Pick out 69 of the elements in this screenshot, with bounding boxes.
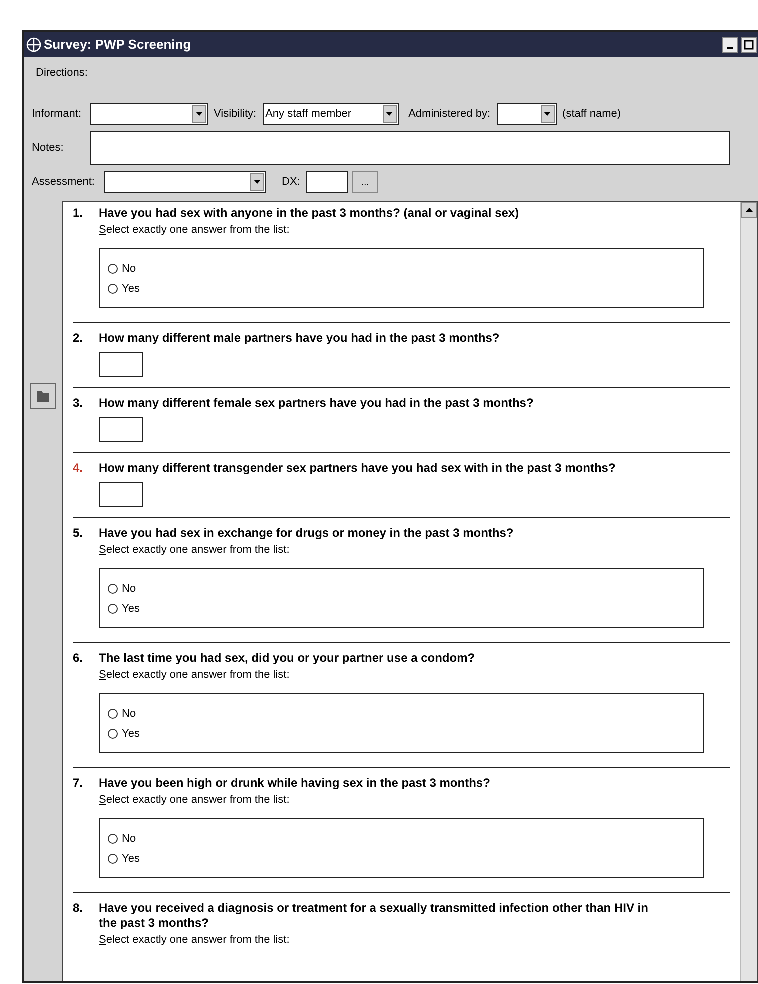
radio-button[interactable] — [108, 604, 118, 614]
radio-button[interactable] — [108, 854, 118, 864]
folder-icon — [36, 389, 50, 403]
minimize-button[interactable] — [722, 36, 738, 52]
question-number: 2. — [73, 331, 84, 346]
browse-button[interactable]: ... — [352, 171, 378, 193]
option-label: Yes — [122, 603, 140, 615]
folder-button[interactable] — [30, 383, 56, 409]
answer-field[interactable] — [99, 482, 143, 507]
directions-label: Directions: — [36, 67, 88, 79]
radio-button[interactable] — [108, 834, 118, 844]
question-text: Have you received a diagnosis or treatment for a sexually transmitted infection other than HIV in the past 3 months? — [99, 901, 650, 931]
dx-field[interactable] — [306, 171, 348, 193]
visibility-dropdown[interactable]: Any staff member — [262, 103, 399, 125]
question-number: 1. — [73, 206, 84, 221]
instruction-text: Select exactly one answer from the list: — [99, 669, 291, 681]
radio-button[interactable] — [108, 729, 118, 739]
instruction-text: Select exactly one answer from the list: — [99, 224, 291, 236]
caret-icon — [254, 180, 260, 184]
assessment-dropdown[interactable] — [104, 171, 266, 193]
option-label: No — [122, 708, 136, 720]
informant-label: Informant: — [32, 108, 83, 120]
option-label: No — [122, 833, 136, 845]
question-number: 3. — [73, 396, 84, 411]
answer-field[interactable] — [99, 352, 143, 377]
instruction-text: Select exactly one answer from the list: — [99, 934, 291, 946]
question-text: The last time you had sex, did you or your partner use a condom? — [99, 651, 476, 666]
question-number: 8. — [73, 901, 84, 917]
instruction-text: Select exactly one answer from the list: — [99, 794, 291, 806]
minimize-icon — [727, 46, 733, 48]
radio-button[interactable] — [108, 709, 118, 719]
question-text: Have you had sex with anyone in the past 3 months? (anal or vaginal sex) — [99, 206, 520, 221]
scrollbar[interactable] — [740, 202, 757, 981]
option-label: Yes — [122, 283, 140, 295]
window-title: Survey: PWP Screening — [44, 37, 192, 52]
globe-icon — [26, 36, 42, 52]
instruction-text: Select exactly one answer from the list: — [99, 544, 291, 556]
option-label: No — [122, 263, 136, 275]
administered-by-label: Administered by: — [408, 108, 491, 120]
caret-icon — [544, 112, 552, 116]
option-label: No — [122, 583, 136, 595]
informant-dropdown[interactable] — [90, 103, 208, 125]
radio-button[interactable] — [108, 264, 118, 274]
question-number: 7. — [73, 776, 84, 791]
question-number: 5. — [73, 526, 84, 541]
dx-label: DX: — [282, 176, 300, 188]
notes-label: Notes: — [32, 142, 65, 154]
staff-name-hint: (staff name) — [562, 108, 622, 120]
administered-by-dropdown[interactable] — [496, 103, 557, 125]
visibility-label: Visibility: — [214, 108, 257, 120]
maximize-icon — [744, 40, 754, 50]
option-label: Yes — [122, 853, 140, 865]
question-text: Have you been high or drunk while having sex in the past 3 months? — [99, 776, 492, 791]
question-text: How many different male partners have you had in the past 3 months? — [99, 331, 501, 346]
radio-button[interactable] — [108, 284, 118, 294]
question-text: How many different transgender sex partners have you had sex with in the past 3 months? — [99, 461, 617, 476]
question-number: 4. — [73, 461, 84, 476]
notes-field[interactable] — [90, 131, 730, 165]
question-number: 6. — [73, 651, 84, 666]
caret-icon — [196, 112, 202, 116]
question-text: How many different female sex partners have you had in the past 3 months? — [99, 396, 535, 411]
answer-field[interactable] — [99, 417, 143, 442]
up-arrow-icon — [746, 208, 752, 212]
option-label: Yes — [122, 728, 140, 740]
maximize-button[interactable] — [741, 36, 757, 52]
question-text: Have you had sex in exchange for drugs or money in the past 3 months? — [99, 526, 515, 541]
radio-button[interactable] — [108, 584, 118, 594]
caret-icon — [386, 112, 394, 116]
assessment-label: Assessment: — [32, 176, 96, 188]
